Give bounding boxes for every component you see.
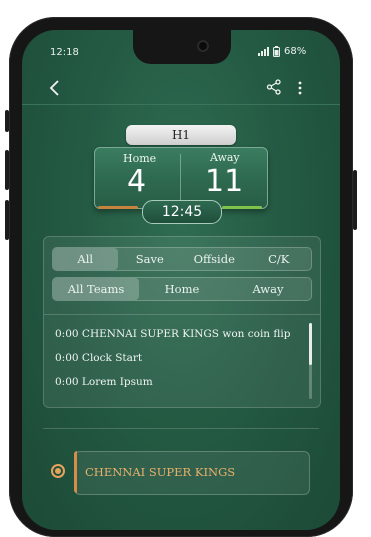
filter-all-teams[interactable]: All Teams xyxy=(53,278,139,300)
team-accent-bar xyxy=(74,451,77,493)
away-score: 11 xyxy=(205,164,244,199)
panel-divider xyxy=(44,314,320,315)
period-label: H1 xyxy=(126,125,236,145)
filter-all[interactable]: All xyxy=(53,248,118,270)
event-type-filter: All Save Offside C/K xyxy=(52,247,312,271)
event-item[interactable]: 0:00 CHENNAI SUPER KINGS won coin flip xyxy=(55,328,290,340)
filter-offside[interactable]: Offside xyxy=(182,248,247,270)
mute-switch xyxy=(5,110,9,132)
power-button xyxy=(353,170,357,230)
share-icon[interactable] xyxy=(266,79,282,95)
event-item[interactable]: 0:00 Lorem Ipsum xyxy=(55,376,153,388)
scrollbar-thumb[interactable] xyxy=(309,323,312,365)
volume-up-button xyxy=(5,150,9,190)
notch xyxy=(133,30,231,64)
more-vertical-icon[interactable] xyxy=(297,80,303,96)
away-color-bar xyxy=(222,206,262,209)
status-time: 12:18 xyxy=(50,47,79,58)
home-color-bar xyxy=(98,206,138,209)
score-divider xyxy=(180,154,181,202)
filter-home[interactable]: Home xyxy=(139,278,225,300)
game-clock: 12:45 xyxy=(142,200,222,224)
signal-icon xyxy=(258,47,269,56)
home-score: 4 xyxy=(127,164,147,199)
app-screen: 12:18 68% H1 Home Away 4 11 12:45 All Sa… xyxy=(22,30,340,530)
events-panel: All Save Offside C/K All Teams Home Away… xyxy=(43,236,321,408)
battery-icon xyxy=(273,46,280,57)
filter-ck[interactable]: C/K xyxy=(247,248,312,270)
app-bar-divider xyxy=(22,104,340,105)
section-divider xyxy=(43,428,319,429)
team-filter: All Teams Home Away xyxy=(52,277,312,301)
away-label: Away xyxy=(210,151,240,164)
team-name: CHENNAI SUPER KINGS xyxy=(85,465,236,479)
battery-percent: 68% xyxy=(284,46,307,57)
camera-icon xyxy=(197,40,209,52)
back-arrow-icon[interactable] xyxy=(49,80,61,96)
event-item[interactable]: 0:00 Clock Start xyxy=(55,352,142,364)
status-indicators: 68% xyxy=(258,46,306,57)
volume-down-button xyxy=(5,200,9,240)
filter-save[interactable]: Save xyxy=(118,248,183,270)
team-radio-dot xyxy=(55,468,61,474)
filter-away[interactable]: Away xyxy=(225,278,311,300)
